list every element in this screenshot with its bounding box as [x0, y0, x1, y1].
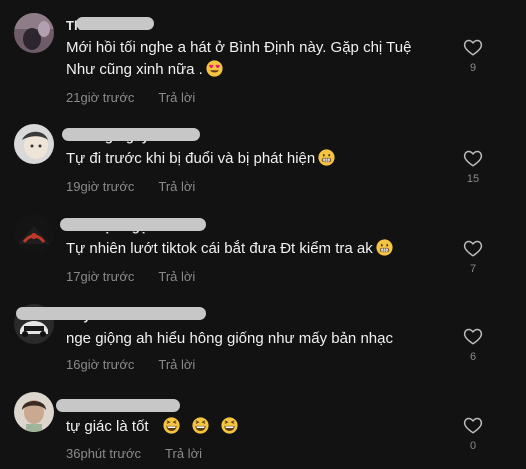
laughing-emoji: [192, 417, 209, 441]
heart-eyes-emoji: [206, 60, 223, 84]
comment-meta: 17giờ trước Trả lời: [66, 269, 195, 285]
username-redaction: [56, 399, 180, 412]
comment-text-line-1: Tự nhiên lướt tiktok cái bắt đưa Đt kiểm…: [66, 240, 373, 257]
grin-emoji: [318, 149, 335, 173]
comment-item: Th... Mới hồi tối nghe a hát ở Bình Định…: [0, 0, 526, 110]
laughing-emoji: [163, 417, 180, 441]
comment-text-line-1: Mới hồi tối nghe a hát ở Bình Định này. …: [66, 39, 412, 56]
like-button[interactable]: 15: [460, 149, 486, 185]
timestamp: 17giờ trước: [66, 269, 135, 284]
comment-item: ... tự giác là tốt 36phút trước Trả lời 0: [0, 388, 526, 469]
comment-text: Tự nhiên lướt tiktok cái bắt đưa Đt kiểm…: [66, 238, 393, 263]
comment-text: nge giộng ah hiểu hông giống như mấy bản…: [66, 328, 393, 350]
timestamp: 36phút trước: [66, 446, 142, 461]
comment-item: Câu Kẹo Ngọt Tự nhiên lướt tiktok cái bắ…: [0, 208, 526, 298]
comment-text-line-1: Tự đi trước khi bị đuổi và bị phát hiện: [66, 150, 316, 167]
heart-outline-icon: [463, 417, 483, 434]
comment-item: Duy Bi nge giộng ah hiểu hông giống như …: [0, 298, 526, 388]
comment-item: Trương Nguyễn Tự đi trước khi bị đuổi và…: [0, 118, 526, 208]
like-count: 9: [469, 62, 477, 74]
laughing-emoji: [221, 417, 238, 441]
like-button[interactable]: 9: [460, 38, 486, 74]
username[interactable]: Duy Bi: [16, 307, 206, 323]
like-button[interactable]: 0: [460, 416, 486, 452]
timestamp: 16giờ trước: [66, 357, 135, 372]
like-count: 7: [469, 263, 477, 275]
timestamp: 21giờ trước: [66, 90, 135, 105]
avatar[interactable]: [14, 392, 54, 432]
username-redaction: [76, 17, 154, 30]
reply-button[interactable]: Trả lời: [158, 90, 195, 105]
username-redaction: [62, 128, 200, 141]
reply-button[interactable]: Trả lời: [158, 269, 195, 284]
comment-text-line-2: Như cũng xinh nữa .: [66, 61, 203, 78]
username[interactable]: ...: [56, 399, 180, 415]
like-button[interactable]: 6: [460, 327, 486, 363]
reply-button[interactable]: Trả lời: [165, 446, 202, 461]
comment-text: tự giác là tốt: [66, 416, 238, 441]
grin-emoji: [376, 239, 393, 263]
like-count: 15: [466, 173, 480, 185]
username-redaction: [16, 307, 206, 320]
avatar[interactable]: [14, 214, 54, 254]
heart-outline-icon: [463, 328, 483, 345]
username[interactable]: Câu Kẹo Ngọt: [60, 218, 206, 234]
comment-meta: 21giờ trước Trả lời: [66, 90, 195, 106]
username[interactable]: Th...: [66, 17, 154, 33]
comment-text-line-1: tự giác là tốt: [66, 418, 149, 435]
reply-button[interactable]: Trả lời: [158, 357, 195, 372]
comment-text: Mới hồi tối nghe a hát ở Bình Định này. …: [66, 37, 411, 84]
comment-text: Tự đi trước khi bị đuổi và bị phát hiện: [66, 148, 335, 173]
username[interactable]: Trương Nguyễn: [62, 128, 200, 144]
reply-button[interactable]: Trả lời: [158, 179, 195, 194]
heart-outline-icon: [463, 39, 483, 56]
heart-outline-icon: [463, 150, 483, 167]
like-button[interactable]: 7: [460, 239, 486, 275]
timestamp: 19giờ trước: [66, 179, 135, 194]
like-count: 6: [469, 351, 477, 363]
username-redaction: [60, 218, 206, 231]
comment-meta: 16giờ trước Trả lời: [66, 357, 195, 373]
comment-text-line-1: nge giộng ah hiểu hông giống như mấy bản…: [66, 330, 393, 347]
comment-meta: 19giờ trước Trả lời: [66, 179, 195, 195]
heart-outline-icon: [463, 240, 483, 257]
avatar[interactable]: [14, 124, 54, 164]
comment-meta: 36phút trước Trả lời: [66, 446, 202, 462]
comment-list: Th... Mới hồi tối nghe a hát ở Bình Định…: [0, 0, 526, 469]
avatar[interactable]: [14, 13, 54, 53]
like-count: 0: [469, 440, 477, 452]
